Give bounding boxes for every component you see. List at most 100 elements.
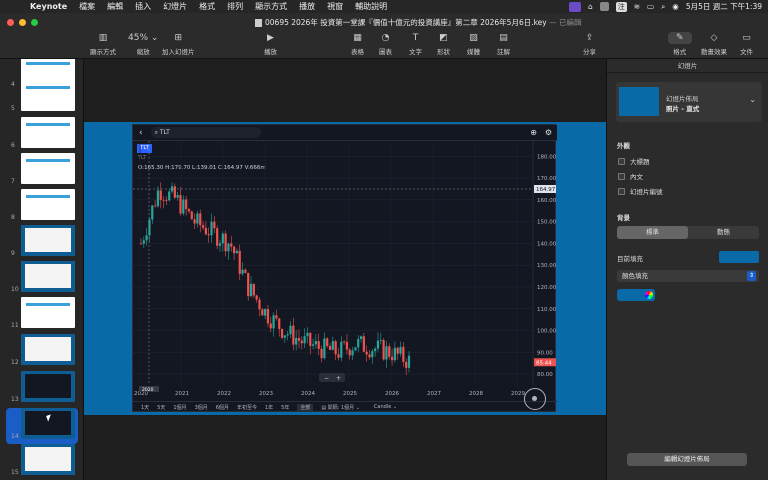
chart-button[interactable]: ◔ 圖表 [379,32,392,56]
y-tick-label: 150.00 [537,220,557,226]
menu-window[interactable]: 視窗 [327,1,343,12]
network-icon[interactable]: ⌂ [588,2,593,11]
menu-play[interactable]: 播放 [299,1,315,12]
slide-thumbnail-row[interactable]: 11 [0,297,83,329]
checkbox-box[interactable] [618,157,625,165]
slide-number-checkbox[interactable]: 幻燈片編號 [618,186,663,196]
tab-dynamic[interactable]: 動態 [688,226,759,239]
control-center-icon[interactable]: ▭ [647,2,654,11]
current-fill-swatch[interactable] [719,251,759,263]
slide-thumbnail[interactable] [21,189,75,220]
share-button[interactable]: ⇪ 分享 [583,32,596,56]
slide-thumbnail-row[interactable]: 12 [0,334,83,366]
menu-insert[interactable]: 插入 [135,1,151,12]
slide-thumbnail[interactable] [21,444,75,475]
search-icon[interactable]: ⌕ [661,2,665,12]
body-checkbox[interactable]: 內文 [618,171,643,181]
slide-thumbnail-row[interactable]: 15 [0,444,83,476]
color-well[interactable] [617,289,655,301]
fill-type-select[interactable]: 顏色填充 ⇕ [617,270,759,282]
table-button[interactable]: ▦ 表格 [351,32,364,56]
play-button[interactable]: ▶ 播放 [264,32,277,56]
slide-navigator[interactable]: 4 5 6 7 8 9 10 11 12 13 14 15 [0,59,84,480]
menu-edit[interactable]: 編輯 [107,1,123,12]
view-button[interactable]: ▥ 顯示方式 [90,32,116,56]
candle-body [351,350,354,356]
candle-body [292,325,295,345]
candle-body [357,339,360,348]
chart-screenshot-image[interactable]: ‹ ⌕ TLT ⊕ ⚙ TLT TLT O:165.30 H:179.70 L:… [132,124,557,412]
wifi-icon[interactable]: ≋ [634,2,640,11]
slide-thumbnail-row[interactable]: 7 [0,153,83,185]
media-button[interactable]: ▨ 媒體 [467,32,480,56]
slide-thumbnail-row[interactable]: 6 [0,117,83,149]
display-icon[interactable] [599,2,609,11]
date-time[interactable]: 5月5日 週二 下午1:39 [686,1,762,12]
shape-button[interactable]: ◩ 形狀 [437,32,450,56]
y-tick-label: 170.00 [537,176,557,182]
slide-thumbnail[interactable] [21,297,75,328]
back-arrow-icon: ‹ [139,127,143,138]
candle-body [224,233,227,252]
slide-layout-picker[interactable]: 幻燈片佈局 照片 - 直式 ⌄ [616,82,762,122]
candle-body [303,336,306,344]
menu-format[interactable]: 格式 [199,1,215,12]
color-wheel-icon[interactable] [645,291,653,299]
slide-thumbnail[interactable] [21,334,75,365]
layout-value: 照片 - 直式 [666,105,700,113]
menu-arrange[interactable]: 排列 [227,1,243,12]
minimize-window-button[interactable] [19,19,26,26]
slide-thumbnail-row[interactable]: 9 [0,225,83,257]
checkbox-box[interactable] [618,187,625,195]
slide-thumbnail[interactable] [21,261,75,292]
menu-file[interactable]: 檔案 [79,1,95,12]
candle-body [170,186,174,192]
comment-button[interactable]: ▤ 註解 [497,32,510,56]
tab-standard[interactable]: 標準 [617,226,688,239]
candle-body [289,325,292,335]
slide-thumbnail[interactable] [21,371,75,402]
zoom-menu[interactable]: 45% ⌄ 縮放 [128,32,158,56]
document-button[interactable]: ▭ 文件 [740,32,753,56]
zoom-buttons [319,373,345,382]
layout-thumbnail [619,87,659,116]
close-window-button[interactable] [7,19,14,26]
animate-button[interactable]: ◇ 動畫效果 [701,32,727,56]
candle-body [354,347,357,351]
menu-help[interactable]: 輔助說明 [355,1,387,12]
thumbnail-content [26,86,70,89]
checkbox-box[interactable] [618,172,625,180]
text-button[interactable]: T 文字 [409,32,422,56]
menu-slide[interactable]: 幻燈片 [163,1,187,12]
candle-body [241,269,244,274]
candle-body [337,354,340,358]
slide-number: 6 [11,142,15,149]
slide-thumbnail-row[interactable]: 13 [0,371,83,403]
slide-thumbnail-row[interactable]: 8 [0,189,83,221]
input-method-icon[interactable]: 注 [615,1,627,12]
slide-thumbnail[interactable] [21,225,75,256]
slide-thumbnail[interactable] [21,408,75,439]
add-slide-button[interactable]: ⊞ 加入幻燈片 [162,32,195,56]
slide-thumbnail[interactable] [21,80,75,111]
candle-body [402,346,405,362]
edit-slide-layout-button[interactable]: 編輯幻燈片佈局 [627,453,747,466]
slide-thumbnail-row[interactable]: 5 [0,80,83,112]
title-checkbox[interactable]: 大標題 [618,156,650,166]
current-slide[interactable]: ‹ ⌕ TLT ⊕ ⚙ TLT TLT O:165.30 H:179.70 L:… [84,122,606,415]
siri-icon[interactable]: ◉ [672,2,679,11]
chart-style-select: Candle ⌄ [373,404,398,410]
slide-canvas[interactable]: ‹ ⌕ TLT ⊕ ⚙ TLT TLT O:165.30 H:179.70 L:… [84,59,606,480]
slide-thumbnail[interactable] [21,117,75,148]
menu-app-name[interactable]: Keynote [30,2,67,11]
format-button[interactable]: ✎ 格式 [668,32,692,56]
slide-thumbnail-row[interactable]: 10 [0,261,83,293]
zoom-window-button[interactable] [31,19,38,26]
screen-record-icon[interactable] [568,1,581,12]
candle-body [323,338,326,359]
candle-body [368,354,371,358]
menu-view[interactable]: 顯示方式 [255,1,287,12]
slide-thumbnail-row[interactable]: 14 [0,408,83,440]
y-tick-label: 80.00 [537,372,553,378]
slide-thumbnail[interactable] [21,153,75,184]
